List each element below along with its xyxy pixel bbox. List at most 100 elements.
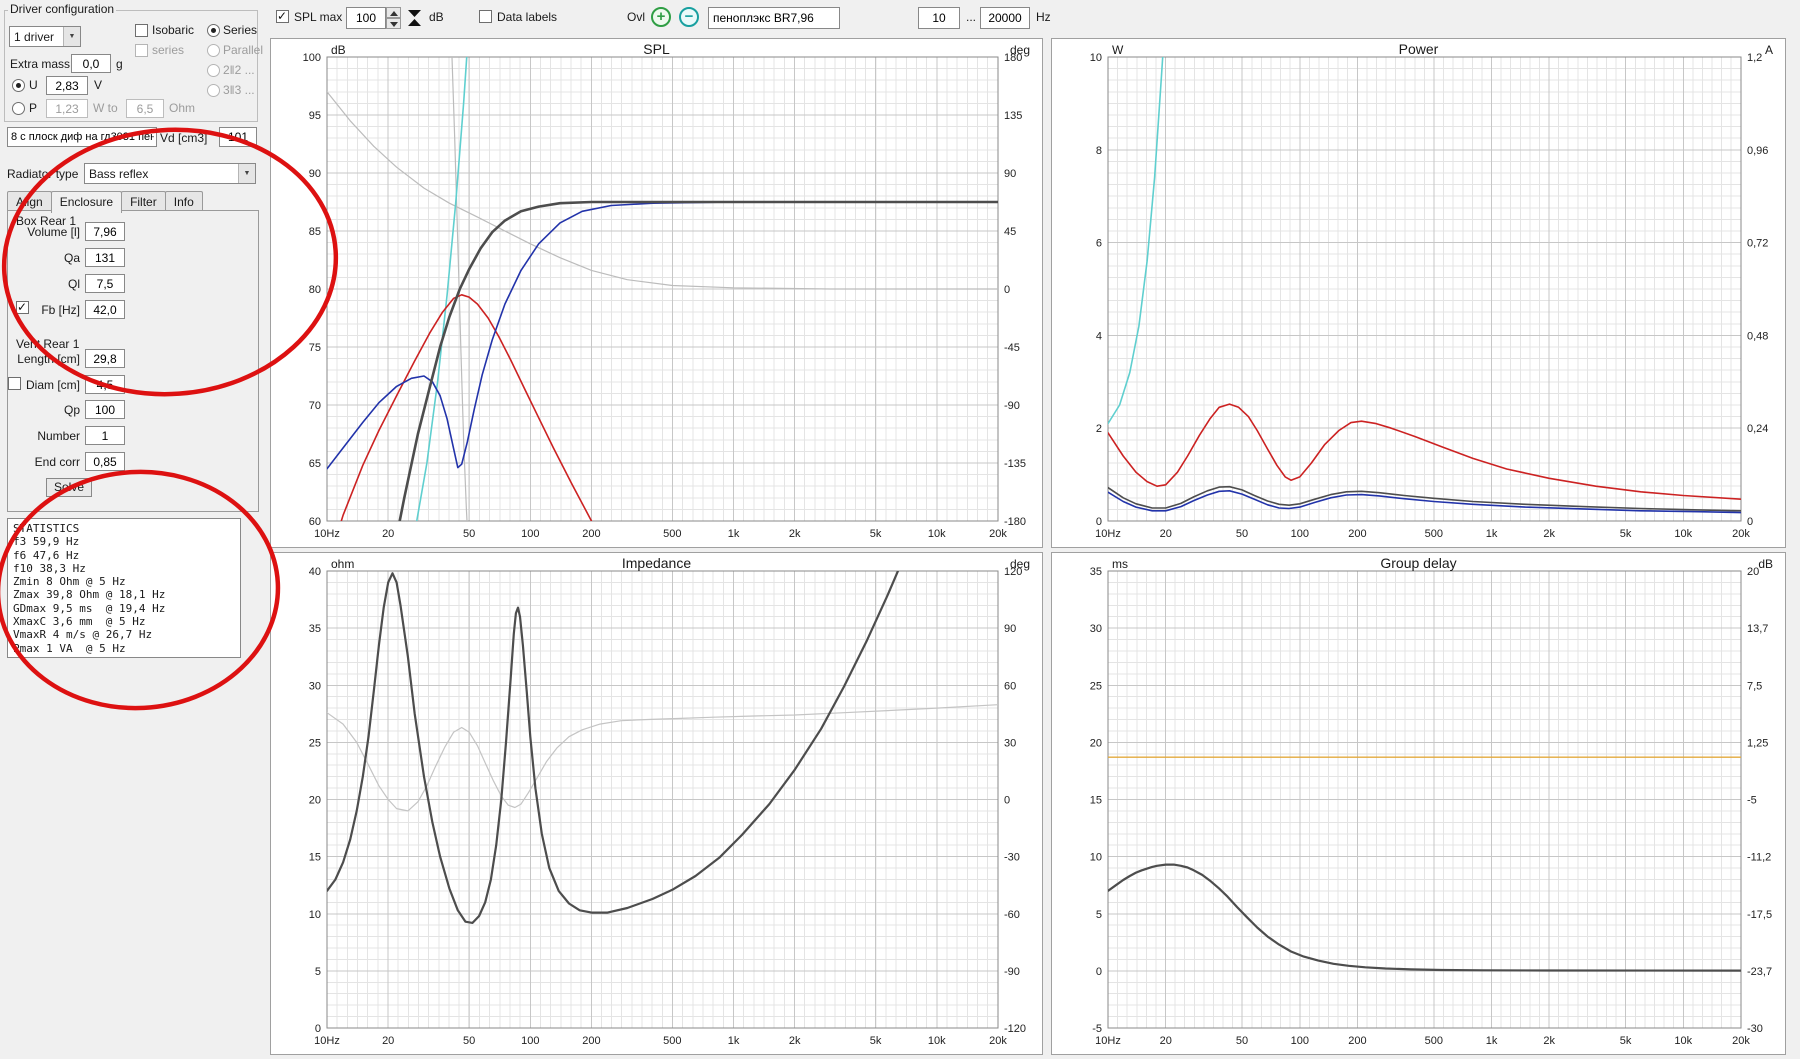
power-radio[interactable] — [12, 102, 25, 115]
svg-text:-11,2: -11,2 — [1747, 852, 1771, 864]
length-label: Length [cm] — [17, 352, 80, 366]
autoscale-icon[interactable] — [406, 8, 423, 31]
ovl-label: Ovl — [627, 10, 645, 24]
three-parallel-radio[interactable] — [207, 84, 220, 97]
freq-from-field[interactable] — [918, 7, 960, 29]
voltage-field[interactable] — [46, 76, 88, 95]
power-left-unit: W — [1112, 43, 1124, 57]
spinner-up-icon[interactable] — [386, 7, 401, 18]
svg-text:5k: 5k — [870, 1035, 882, 1047]
series-checkbox-label: series — [152, 43, 185, 57]
tab-info[interactable]: Info — [164, 191, 203, 211]
svg-text:50: 50 — [1236, 528, 1248, 540]
series-checkbox[interactable] — [135, 44, 148, 57]
svg-text:0: 0 — [1096, 516, 1102, 528]
qp-field[interactable] — [85, 400, 125, 419]
two-parallel-label: 2‖2 ... — [223, 63, 255, 77]
svg-text:10k: 10k — [1674, 1035, 1692, 1047]
number-field[interactable] — [85, 426, 125, 445]
svg-text:200: 200 — [582, 1035, 600, 1047]
chevron-down-icon[interactable] — [238, 164, 255, 183]
svg-text:50: 50 — [463, 1035, 475, 1047]
svg-text:-17,5: -17,5 — [1747, 909, 1772, 921]
svg-text:90: 90 — [1004, 168, 1016, 180]
fb-field[interactable] — [85, 300, 125, 319]
svg-text:200: 200 — [582, 528, 600, 540]
series-radio[interactable] — [207, 24, 220, 37]
svg-text:-180: -180 — [1004, 516, 1026, 528]
tab-align[interactable]: Align — [7, 191, 52, 211]
remove-overlay-button[interactable]: − — [679, 7, 699, 27]
db-unit-label: dB — [429, 10, 444, 24]
overlay-name-field[interactable] — [708, 7, 840, 29]
radiator-type-dropdown[interactable]: Bass reflex — [84, 163, 256, 184]
svg-text:20k: 20k — [989, 1035, 1007, 1047]
two-parallel-radio[interactable] — [207, 64, 220, 77]
diam-label: Diam [cm] — [26, 378, 80, 392]
svg-text:-135: -135 — [1004, 458, 1026, 470]
data-labels-checkbox[interactable] — [479, 10, 492, 23]
svg-text:7,5: 7,5 — [1747, 680, 1762, 692]
qa-field[interactable] — [85, 248, 125, 267]
tab-filter[interactable]: Filter — [121, 191, 166, 211]
svg-text:1k: 1k — [1486, 1035, 1498, 1047]
solve-button[interactable]: Solve — [46, 478, 92, 497]
volume-field[interactable] — [85, 222, 125, 241]
spinner-down-icon[interactable] — [386, 18, 401, 29]
svg-text:30: 30 — [1004, 737, 1016, 749]
qp-label: Qp — [63, 403, 80, 417]
svg-text:45: 45 — [1004, 226, 1016, 238]
driver-config-title: Driver configuration — [8, 2, 117, 16]
svg-text:100: 100 — [521, 1035, 539, 1047]
driver-count-value: 1 driver — [14, 29, 55, 44]
svg-text:200: 200 — [1348, 528, 1366, 540]
svg-text:5: 5 — [315, 966, 321, 978]
freq-to-field[interactable] — [980, 7, 1030, 29]
spl-max-field[interactable] — [346, 7, 386, 29]
vd-field[interactable] — [219, 127, 257, 147]
diam-field[interactable] — [85, 375, 125, 394]
svg-text:95: 95 — [309, 110, 321, 122]
spl-chart-title: SPL — [643, 41, 670, 57]
svg-text:20k: 20k — [1732, 528, 1750, 540]
svg-text:10: 10 — [1090, 852, 1102, 864]
chevron-down-icon[interactable] — [63, 27, 80, 46]
power-ohm-field[interactable] — [126, 99, 164, 118]
extra-mass-field[interactable] — [71, 54, 111, 73]
endcorr-field[interactable] — [85, 452, 125, 471]
group-delay-right-unit: dB — [1758, 557, 1773, 571]
isobaric-label: Isobaric — [152, 23, 195, 37]
svg-text:500: 500 — [1425, 528, 1443, 540]
fb-checkbox[interactable] — [16, 300, 29, 314]
spl-max-spinner[interactable] — [386, 7, 401, 29]
svg-text:2k: 2k — [789, 528, 801, 540]
isobaric-checkbox[interactable] — [135, 24, 148, 37]
power-field[interactable] — [46, 99, 88, 118]
parallel-radio[interactable] — [207, 44, 220, 57]
svg-text:-5: -5 — [1092, 1023, 1102, 1035]
add-overlay-button[interactable]: + — [651, 7, 671, 27]
ql-field[interactable] — [85, 274, 125, 293]
power-plot: 10 8 6 4 2 0 1,2 0,96 0,72 0,48 0,24 0 10Hz 20 50 100 20… — [1052, 39, 1785, 547]
voltage-radio[interactable] — [12, 79, 25, 92]
svg-text:100: 100 — [521, 528, 539, 540]
vd-label: Vd [cm3] — [160, 131, 208, 145]
series-radio-label: Series — [223, 23, 258, 37]
svg-text:30: 30 — [1090, 623, 1102, 635]
spl-max-checkbox[interactable] — [276, 9, 289, 23]
driver-count-dropdown[interactable]: 1 driver — [9, 26, 81, 47]
tab-enclosure[interactable]: Enclosure — [50, 191, 123, 213]
length-field[interactable] — [85, 349, 125, 368]
sidebar-tabbar: Align Enclosure Filter Info — [7, 189, 203, 213]
svg-text:5k: 5k — [1620, 1035, 1632, 1047]
driver-name-field[interactable] — [7, 127, 157, 147]
endcorr-label: End corr — [34, 455, 80, 469]
svg-text:-23,7: -23,7 — [1747, 966, 1772, 978]
group-delay-chart-title: Group delay — [1380, 555, 1457, 571]
spl-left-unit: dB — [331, 43, 346, 57]
svg-text:20: 20 — [1090, 737, 1102, 749]
power-chart-title: Power — [1398, 41, 1439, 57]
diam-checkbox[interactable] — [8, 377, 21, 390]
svg-text:5k: 5k — [870, 528, 882, 540]
radiator-type-label: Radiator type — [7, 167, 79, 181]
